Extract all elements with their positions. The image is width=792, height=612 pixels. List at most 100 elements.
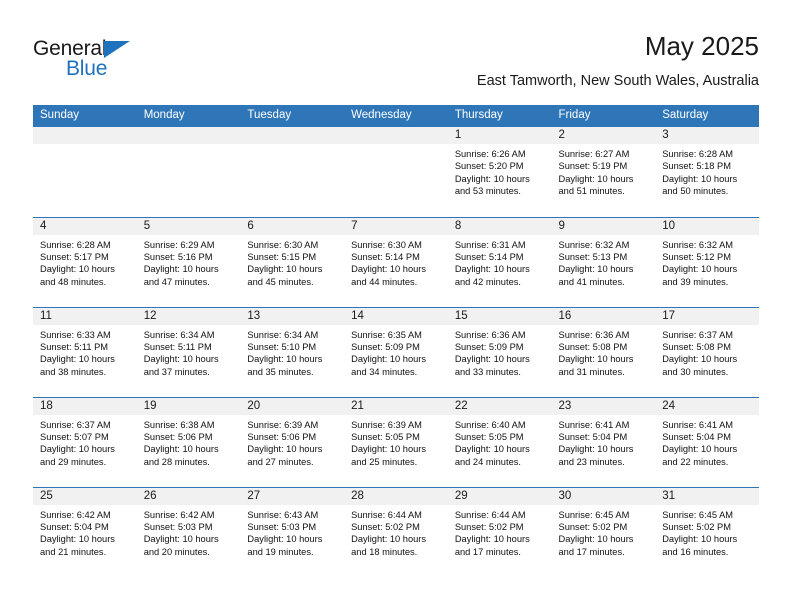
calendar-day-cell[interactable]: 29 Sunrise: 6:44 AM Sunset: 5:02 PM Dayligh…: [447, 486, 552, 577]
daylight-duration-line1: Daylight: 10 hours: [558, 354, 634, 365]
calendar-day-cell[interactable]: 14 Sunrise: 6:35 AM Sunset: 5:09 PM Dayligh…: [344, 306, 448, 397]
calendar-day-cell[interactable]: 20 Sunrise: 6:39 AM Sunset: 5:06 PM Dayligh…: [240, 396, 345, 487]
calendar-day-cell[interactable]: 12 Sunrise: 6:34 AM Sunset: 5:11 PM Dayligh…: [136, 306, 241, 397]
sunset-time: Sunset: 5:19 PM: [558, 161, 628, 172]
sunrise-time: Sunrise: 6:44 AM: [454, 509, 526, 520]
day-number: 2: [551, 127, 656, 144]
daylight-duration-line2: and 38 minutes.: [40, 366, 107, 377]
day-details: Sunrise: 6:40 AM Sunset: 5:05 PM Daylight:…: [448, 415, 552, 469]
day-number: 15: [447, 307, 552, 325]
day-details: Sunrise: 6:43 AM Sunset: 5:03 PM Daylight:…: [240, 505, 344, 559]
calendar-day-cell[interactable]: 21 Sunrise: 6:39 AM Sunset: 5:05 PM Dayligh…: [344, 396, 448, 487]
daylight-duration-line1: Daylight: 10 hours: [558, 264, 634, 275]
day-number: [240, 127, 345, 144]
daylight-duration-line1: Daylight: 10 hours: [454, 534, 530, 545]
day-number: 25: [33, 487, 137, 505]
day-number: 3: [655, 127, 759, 144]
day-details: Sunrise: 6:36 AM Sunset: 5:08 PM Daylight:…: [552, 325, 656, 379]
day-details: Sunrise: 6:45 AM Sunset: 5:02 PM Daylight:…: [552, 505, 656, 559]
daylight-duration-line1: Daylight: 10 hours: [143, 354, 219, 365]
calendar-day-cell[interactable]: 6 Sunrise: 6:30 AM Sunset: 5:15 PM Daylight…: [240, 216, 345, 307]
calendar-day-cell[interactable]: 4 Sunrise: 6:28 AM Sunset: 5:17 PM Daylight…: [33, 216, 137, 307]
daylight-duration-line1: Daylight: 10 hours: [40, 444, 115, 455]
daylight-duration-line1: Daylight: 10 hours: [143, 264, 219, 275]
sunrise-time: Sunrise: 6:45 AM: [662, 509, 734, 520]
sunrise-time: Sunrise: 6:32 AM: [558, 239, 630, 250]
daylight-duration-line2: and 28 minutes.: [143, 456, 210, 467]
calendar-day-cell[interactable]: 24 Sunrise: 6:41 AM Sunset: 5:04 PM Dayligh…: [655, 396, 759, 487]
calendar-day-cell[interactable]: 31 Sunrise: 6:45 AM Sunset: 5:02 PM Dayligh…: [655, 486, 759, 577]
calendar-empty-cell: [33, 127, 137, 217]
day-details: Sunrise: 6:39 AM Sunset: 5:05 PM Daylight:…: [344, 415, 448, 469]
calendar-week-row: 4 Sunrise: 6:28 AM Sunset: 5:17 PM Daylight…: [33, 216, 759, 307]
page-subtitle: East Tamworth, New South Wales, Australi…: [476, 73, 759, 89]
sunrise-time: Sunrise: 6:40 AM: [454, 419, 526, 430]
daylight-duration-line2: and 47 minutes.: [143, 276, 210, 287]
day-number: 28: [344, 487, 448, 505]
calendar-day-cell[interactable]: 1 Sunrise: 6:26 AM Sunset: 5:20 PM Daylight…: [447, 127, 552, 217]
day-details: Sunrise: 6:30 AM Sunset: 5:15 PM Daylight:…: [240, 235, 344, 289]
calendar-day-cell[interactable]: 10 Sunrise: 6:32 AM Sunset: 5:12 PM Dayligh…: [655, 216, 759, 307]
calendar-day-cell[interactable]: 19 Sunrise: 6:38 AM Sunset: 5:06 PM Dayligh…: [136, 396, 241, 487]
day-number: 7: [344, 217, 448, 235]
calendar-day-cell[interactable]: 15 Sunrise: 6:36 AM Sunset: 5:09 PM Dayligh…: [447, 306, 552, 397]
day-details: Sunrise: 6:32 AM Sunset: 5:13 PM Daylight:…: [552, 235, 656, 289]
calendar-day-cell[interactable]: 7 Sunrise: 6:30 AM Sunset: 5:14 PM Daylight…: [344, 216, 448, 307]
calendar-day-cell[interactable]: 26 Sunrise: 6:42 AM Sunset: 5:03 PM Dayligh…: [136, 486, 241, 577]
calendar-day-cell[interactable]: 3 Sunrise: 6:28 AM Sunset: 5:18 PM Daylight…: [655, 127, 759, 217]
day-number: 21: [344, 397, 448, 415]
calendar-day-cell[interactable]: 28 Sunrise: 6:44 AM Sunset: 5:02 PM Dayligh…: [344, 486, 448, 577]
weekday-header-saturday: Saturday: [655, 105, 759, 127]
daylight-duration-line2: and 18 minutes.: [351, 546, 418, 557]
day-number: 23: [551, 397, 656, 415]
sunrise-time: Sunrise: 6:28 AM: [662, 149, 734, 159]
day-number: 31: [655, 487, 759, 505]
daylight-duration-line2: and 17 minutes.: [454, 546, 521, 557]
calendar-day-cell[interactable]: 13 Sunrise: 6:34 AM Sunset: 5:10 PM Dayligh…: [240, 306, 345, 397]
day-number: 22: [447, 397, 552, 415]
calendar-day-cell[interactable]: 8 Sunrise: 6:31 AM Sunset: 5:14 PM Daylight…: [447, 216, 552, 307]
day-number: [33, 127, 137, 144]
sunrise-time: Sunrise: 6:39 AM: [247, 419, 319, 430]
daylight-duration-line1: Daylight: 10 hours: [40, 534, 115, 545]
day-number: 13: [240, 307, 345, 325]
calendar-day-cell[interactable]: 25 Sunrise: 6:42 AM Sunset: 5:04 PM Dayligh…: [33, 486, 137, 577]
daylight-duration-line1: Daylight: 10 hours: [454, 173, 530, 184]
daylight-duration-line2: and 29 minutes.: [40, 456, 107, 467]
sunset-time: Sunset: 5:02 PM: [662, 521, 731, 532]
daylight-duration-line1: Daylight: 10 hours: [558, 444, 634, 455]
day-details: Sunrise: 6:35 AM Sunset: 5:09 PM Daylight:…: [344, 325, 448, 379]
sunrise-time: Sunrise: 6:37 AM: [662, 329, 734, 340]
day-number: 24: [655, 397, 759, 415]
calendar-page: General Blue May 2025 East Tamworth, New…: [0, 0, 792, 612]
calendar-day-cell[interactable]: 18 Sunrise: 6:37 AM Sunset: 5:07 PM Dayligh…: [33, 396, 137, 487]
sunrise-time: Sunrise: 6:38 AM: [143, 419, 215, 430]
calendar-day-cell[interactable]: 5 Sunrise: 6:29 AM Sunset: 5:16 PM Daylight…: [136, 216, 241, 307]
calendar-day-cell[interactable]: 23 Sunrise: 6:41 AM Sunset: 5:04 PM Dayligh…: [551, 396, 656, 487]
calendar-day-cell[interactable]: 9 Sunrise: 6:32 AM Sunset: 5:13 PM Daylight…: [551, 216, 656, 307]
daylight-duration-line2: and 27 minutes.: [247, 456, 314, 467]
brand-name-blue: Blue: [66, 57, 108, 80]
day-details: Sunrise: 6:37 AM Sunset: 5:08 PM Daylight:…: [655, 325, 759, 379]
calendar-day-cell[interactable]: 30 Sunrise: 6:45 AM Sunset: 5:02 PM Dayligh…: [551, 486, 656, 577]
calendar-day-cell[interactable]: 16 Sunrise: 6:36 AM Sunset: 5:08 PM Dayligh…: [551, 306, 656, 397]
calendar-day-cell[interactable]: 11 Sunrise: 6:33 AM Sunset: 5:11 PM Dayligh…: [33, 306, 137, 397]
brand-logo[interactable]: General Blue: [33, 37, 163, 85]
sunset-time: Sunset: 5:04 PM: [558, 431, 628, 442]
sunset-time: Sunset: 5:11 PM: [143, 341, 212, 352]
calendar-day-cell[interactable]: 2 Sunrise: 6:27 AM Sunset: 5:19 PM Daylight…: [551, 127, 656, 217]
day-number: [344, 127, 448, 144]
daylight-duration-line1: Daylight: 10 hours: [351, 354, 427, 365]
calendar-week-row: 11 Sunrise: 6:33 AM Sunset: 5:11 PM Dayligh…: [33, 306, 759, 397]
calendar-body: 1 Sunrise: 6:26 AM Sunset: 5:20 PM Daylight…: [33, 127, 759, 577]
calendar-day-cell[interactable]: 17 Sunrise: 6:37 AM Sunset: 5:08 PM Dayligh…: [655, 306, 759, 397]
sunset-time: Sunset: 5:17 PM: [40, 251, 109, 262]
sunrise-time: Sunrise: 6:41 AM: [662, 419, 734, 430]
sunset-time: Sunset: 5:18 PM: [662, 161, 731, 172]
day-number: 11: [33, 307, 137, 325]
daylight-duration-line1: Daylight: 10 hours: [143, 534, 219, 545]
calendar-day-cell[interactable]: 27 Sunrise: 6:43 AM Sunset: 5:03 PM Dayligh…: [240, 486, 345, 577]
calendar-table: Sunday Monday Tuesday Wednesday Thursday…: [33, 105, 759, 577]
sunset-time: Sunset: 5:05 PM: [454, 431, 524, 442]
calendar-day-cell[interactable]: 22 Sunrise: 6:40 AM Sunset: 5:05 PM Dayligh…: [447, 396, 552, 487]
